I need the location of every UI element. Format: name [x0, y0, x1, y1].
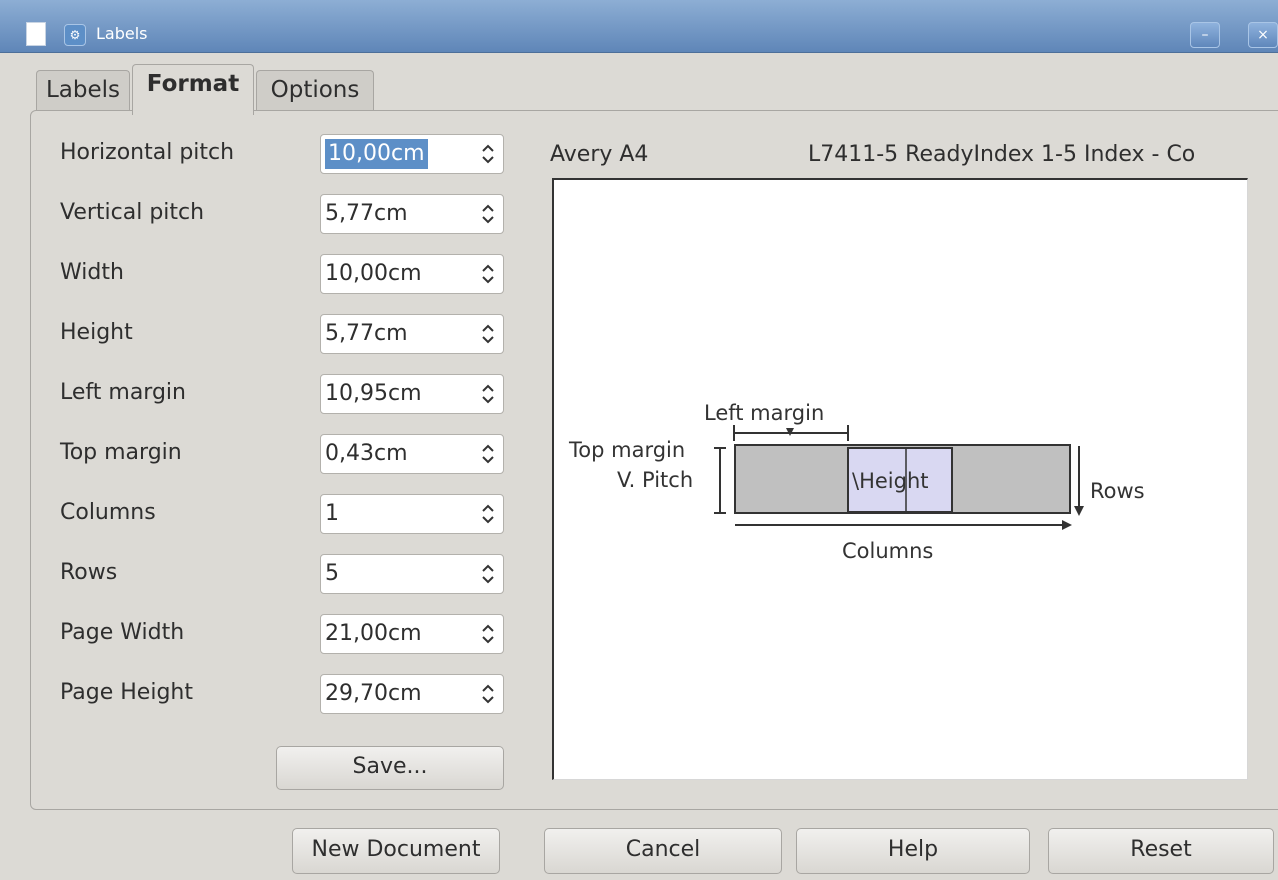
horizontal-pitch-label: Horizontal pitch — [60, 140, 235, 165]
document-icon — [26, 22, 46, 46]
up-down-spinner-icon[interactable] — [479, 200, 497, 228]
page-height-field[interactable]: 29,70cm — [320, 674, 504, 714]
width-label: Width — [60, 260, 124, 285]
left-margin-diagram-label: Left margin — [704, 401, 824, 425]
up-down-spinner-icon[interactable] — [479, 680, 497, 708]
vertical-pitch-value[interactable]: 5,77cm — [325, 199, 408, 229]
label-preview: Left margin Top margin V. Pitch \Height … — [552, 178, 1248, 780]
close-icon[interactable]: × — [1248, 22, 1278, 48]
up-down-spinner-icon[interactable] — [479, 440, 497, 468]
reset-button[interactable]: Reset — [1048, 828, 1274, 874]
height-value[interactable]: 5,77cm — [325, 319, 408, 349]
rows-diagram-label: Rows — [1090, 479, 1145, 503]
rows-field[interactable]: 5 — [320, 554, 504, 594]
up-down-spinner-icon[interactable] — [479, 140, 497, 168]
page-width-label: Page Width — [60, 620, 185, 645]
left-margin-value[interactable]: 10,95cm — [325, 379, 422, 409]
cancel-button[interactable]: Cancel — [544, 828, 782, 874]
new-document-button[interactable]: New Document — [292, 828, 500, 874]
page-height-value[interactable]: 29,70cm — [325, 679, 422, 709]
up-down-spinner-icon[interactable] — [479, 260, 497, 288]
vertical-pitch-field[interactable]: 5,77cm — [320, 194, 504, 234]
up-down-spinner-icon[interactable] — [479, 560, 497, 588]
columns-label: Columns — [60, 500, 156, 525]
height-diagram-label: \Height — [852, 469, 929, 493]
help-button-label: Help — [887, 837, 939, 862]
vertical-pitch-label: Vertical pitch — [60, 200, 205, 225]
top-margin-field[interactable]: 0,43cm — [320, 434, 504, 474]
columns-field[interactable]: 1 — [320, 494, 504, 534]
title-bar[interactable]: ⚙ Labels – × — [0, 0, 1278, 53]
top-margin-diagram-label: Top margin — [568, 438, 685, 462]
preview-brand: Avery A4 — [550, 142, 649, 167]
up-down-spinner-icon[interactable] — [479, 500, 497, 528]
width-value[interactable]: 10,00cm — [325, 259, 422, 289]
reset-button-label: Reset — [1130, 837, 1192, 862]
rows-value[interactable]: 5 — [325, 559, 339, 589]
rows-label: Rows — [60, 560, 118, 585]
new-document-button-label: New Document — [311, 837, 481, 862]
up-down-spinner-icon[interactable] — [479, 320, 497, 348]
tab-labels-label: Labels — [45, 77, 121, 103]
window-title: Labels — [96, 24, 148, 43]
page-width-field[interactable]: 21,00cm — [320, 614, 504, 654]
tab-options[interactable]: Options — [256, 70, 374, 113]
v-pitch-diagram-label: V. Pitch — [617, 468, 693, 492]
cancel-button-label: Cancel — [625, 837, 701, 862]
tab-options-label: Options — [270, 77, 360, 103]
application-icon[interactable]: ⚙ — [64, 24, 86, 46]
columns-value[interactable]: 1 — [325, 499, 339, 529]
top-margin-label: Top margin — [60, 440, 182, 465]
labels-dialog: ⚙ Labels – × Labels Format Options Horiz… — [0, 0, 1278, 880]
left-margin-label: Left margin — [60, 380, 186, 405]
preview-product: L7411-5 ReadyIndex 1-5 Index - Co — [808, 142, 1196, 167]
horizontal-pitch-field[interactable]: 10,00cm — [320, 134, 504, 174]
tab-format-label: Format — [146, 71, 240, 97]
width-field[interactable]: 10,00cm — [320, 254, 504, 294]
tab-format[interactable]: Format — [132, 64, 254, 115]
page-height-label: Page Height — [60, 680, 193, 705]
height-field[interactable]: 5,77cm — [320, 314, 504, 354]
page-width-value[interactable]: 21,00cm — [325, 619, 422, 649]
columns-diagram-label: Columns — [842, 539, 933, 563]
minimize-icon[interactable]: – — [1190, 22, 1220, 48]
tab-labels[interactable]: Labels — [36, 70, 130, 113]
height-label: Height — [60, 320, 133, 345]
save-button-label: Save... — [352, 754, 428, 779]
up-down-spinner-icon[interactable] — [479, 380, 497, 408]
label-layout-diagram: Left margin Top margin V. Pitch \Height … — [568, 401, 1145, 563]
horizontal-pitch-value[interactable]: 10,00cm — [325, 139, 428, 169]
save-button[interactable]: Save... — [276, 746, 504, 790]
up-down-spinner-icon[interactable] — [479, 620, 497, 648]
left-margin-field[interactable]: 10,95cm — [320, 374, 504, 414]
top-margin-value[interactable]: 0,43cm — [325, 439, 408, 469]
help-button[interactable]: Help — [796, 828, 1030, 874]
